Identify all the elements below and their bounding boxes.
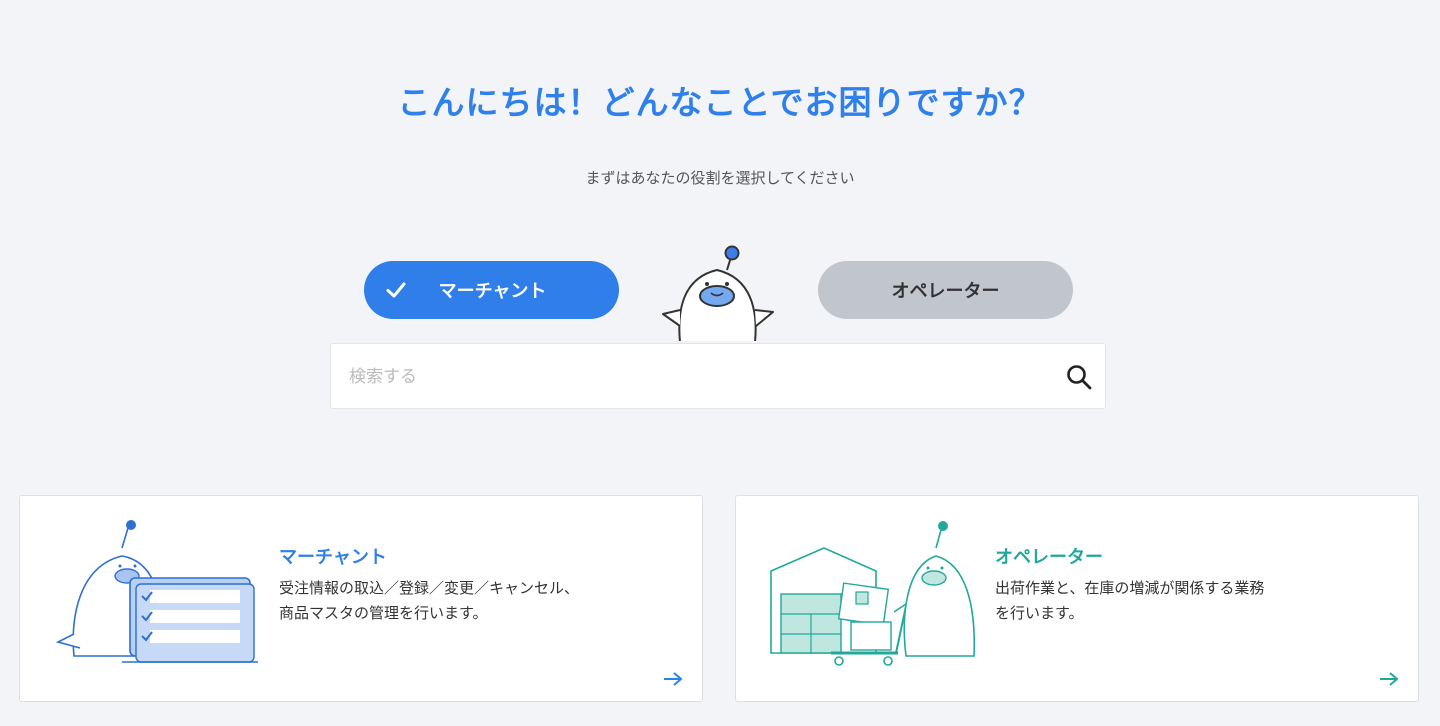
search-input[interactable] xyxy=(347,344,1051,410)
mascot-illustration xyxy=(662,245,774,345)
operator-card-title: オペレーター xyxy=(995,547,1103,568)
operator-role-label: オペレーター xyxy=(891,281,1000,302)
page-subtitle: まずはあなたの役割を選択してください xyxy=(585,169,855,187)
operator-card[interactable]: オペレーター 出荷作業と、在庫の増減が関係する業務 を行います。 xyxy=(735,495,1419,702)
merchant-illustration xyxy=(55,520,258,663)
operator-card-description: 出荷作業と、在庫の増減が関係する業務 を行います。 xyxy=(995,579,1265,622)
operator-role-button[interactable]: オペレーター xyxy=(818,261,1073,319)
merchant-card-description: 受注情報の取込／登録／変更／キャンセル、 商品マスタの管理を行います。 xyxy=(279,579,580,622)
arrow-right-icon[interactable] xyxy=(662,671,684,687)
merchant-role-button[interactable]: マーチャント xyxy=(364,261,619,319)
merchant-card-title: マーチャント xyxy=(279,547,387,568)
merchant-role-label: マーチャント xyxy=(438,281,547,302)
merchant-card[interactable]: マーチャント 受注情報の取込／登録／変更／キャンセル、 商品マスタの管理を行いま… xyxy=(19,495,703,702)
search-box xyxy=(330,343,1106,410)
page-title: こんにちは！どんなことでお困りですか？ xyxy=(397,83,1043,122)
arrow-right-icon[interactable] xyxy=(1378,671,1400,687)
check-icon xyxy=(386,282,406,298)
search-icon[interactable] xyxy=(1065,363,1093,391)
operator-illustration xyxy=(770,521,976,666)
